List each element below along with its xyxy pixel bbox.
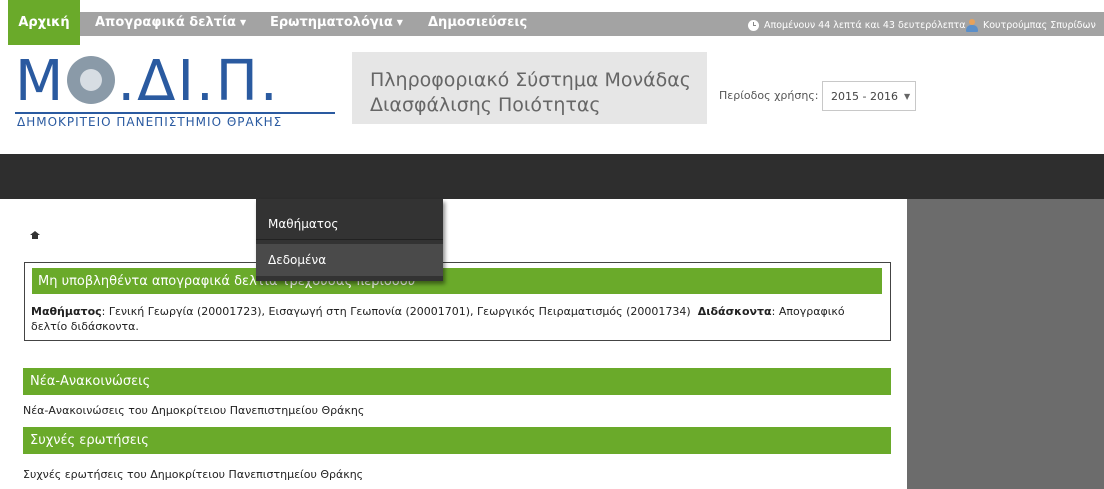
dropdown-item-data[interactable]: Δεδομένα xyxy=(256,244,443,276)
user-name[interactable]: Κουτρούμπας Σπυρίδων xyxy=(983,20,1096,31)
news-section-title: Νέα-Ανακοινώσεις xyxy=(23,368,891,395)
dropdown-divider xyxy=(256,239,443,240)
side-panel xyxy=(907,199,1104,489)
nav-home[interactable]: Αρχική xyxy=(8,0,80,45)
courses-list: : Γενική Γεωργία (20001723), Εισαγωγή στ… xyxy=(101,305,691,318)
system-title-line2: Διασφάλισης Ποιότητας xyxy=(370,94,601,116)
logo-divider xyxy=(15,112,335,114)
chevron-down-icon: ▼ xyxy=(903,91,911,101)
main-navbar xyxy=(0,154,1104,199)
questionnaires-dropdown: Μαθήματος Δεδομένα xyxy=(256,199,443,281)
chevron-down-icon: ▼ xyxy=(239,18,247,27)
nav-questionnaires-label: Ερωτηματολόγια xyxy=(270,15,393,30)
logo-subtitle: ΔΗΜΟΚΡΙΤΕΙΟ ΠΑΝΕΠΙΣΤΗΜΙΟ ΘΡΑΚΗΣ xyxy=(17,115,283,129)
nav-inventory-label: Απογραφικά δελτία xyxy=(95,15,236,30)
dropdown-item-course[interactable]: Μαθήματος xyxy=(256,208,443,240)
period-select[interactable]: 2015 - 2016 ▼ xyxy=(822,81,916,111)
system-title-box: Πληροφοριακό Σύστημα Μονάδας Διασφάλισης… xyxy=(352,52,707,124)
chevron-down-icon: ▼ xyxy=(396,18,403,27)
logo-emblem-icon xyxy=(67,56,116,104)
user-menu[interactable]: Κουτρούμπας Σπυρίδων xyxy=(966,16,1104,34)
home-icon[interactable] xyxy=(30,231,40,240)
courses-label: Μαθήματος xyxy=(31,305,102,318)
pending-forms-box: Μη υποβληθέντα απογραφικά δελτία τρέχουσ… xyxy=(24,262,891,341)
user-icon xyxy=(966,18,978,32)
news-section-text: Νέα-Ανακοινώσεις του Δημοκρίτειου Πανεπι… xyxy=(23,404,365,417)
period-label: Περίοδος χρήσης: xyxy=(719,89,819,102)
faq-section-title: Συχνές ερωτήσεις xyxy=(23,427,891,454)
period-select-value: 2015 - 2016 xyxy=(831,89,898,103)
system-title-line1: Πληροφοριακό Σύστημα Μονάδας xyxy=(370,69,691,91)
nav-publications-label: Δημοσιεύσεις xyxy=(428,15,528,30)
teachers-label: Διδάσκοντα xyxy=(697,305,772,318)
nav-home-label: Αρχική xyxy=(18,15,70,30)
faq-section-text: Συχνές ερωτήσεις του Δημοκρίτειου Πανεπι… xyxy=(23,468,364,481)
nav-inventory[interactable]: Απογραφικά δελτία ▼ xyxy=(95,0,246,45)
pending-forms-text: Μαθήματος: Γενική Γεωργία (20001723), Ει… xyxy=(31,304,881,334)
logo-wordmark: Μ .ΔΙ.Π. xyxy=(15,49,280,114)
session-timer: Απομένουν 44 λεπτά και 43 δευτερόλεπτα xyxy=(748,16,966,34)
nav-questionnaires[interactable]: Ερωτηματολόγια ▼ xyxy=(270,0,403,45)
session-timer-text: Απομένουν 44 λεπτά και 43 δευτερόλεπτα xyxy=(764,19,966,31)
site-logo[interactable]: Μ .ΔΙ.Π. ΔΗΜΟΚΡΙΤΕΙΟ ΠΑΝΕΠΙΣΤΗΜΙΟ ΘΡΑΚΗΣ xyxy=(15,52,335,132)
nav-publications[interactable]: Δημοσιεύσεις xyxy=(428,0,527,45)
system-title: Πληροφοριακό Σύστημα Μονάδας Διασφάλισης… xyxy=(370,68,691,118)
clock-icon xyxy=(748,19,759,31)
pending-forms-title: Μη υποβληθέντα απογραφικά δελτία τρέχουσ… xyxy=(32,268,882,294)
